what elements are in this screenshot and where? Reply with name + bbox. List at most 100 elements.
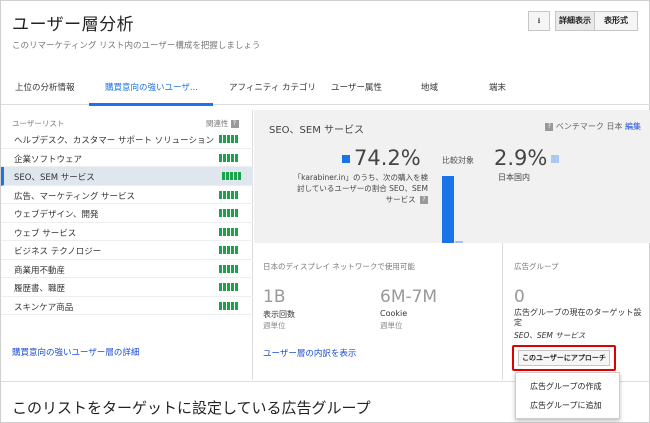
user-list-item-label: ヘルプデスク、カスタマー サポート ソリューション bbox=[14, 136, 214, 146]
help-icon[interactable]: ? bbox=[230, 120, 239, 128]
benchmark-color-square bbox=[551, 155, 560, 163]
tab-geography[interactable]: 地域 bbox=[421, 81, 438, 93]
relevance-bar bbox=[227, 153, 230, 162]
relevance-bar bbox=[231, 209, 234, 217]
add-to-ad-group-item[interactable]: 広告グループに追加 bbox=[530, 400, 602, 411]
relevance-bar bbox=[222, 172, 225, 180]
comparison-chart bbox=[434, 170, 474, 243]
relevance-bar bbox=[227, 246, 230, 254]
relevance-bar bbox=[231, 264, 234, 273]
user-list-item-label: 広告、マーケティング サービス bbox=[14, 191, 136, 202]
user-list-item[interactable]: ウェブ サービス bbox=[1, 223, 253, 241]
relevance-bar bbox=[235, 135, 238, 143]
relevance-bar bbox=[227, 227, 230, 236]
relevance-bar bbox=[231, 227, 234, 236]
segment-percent-desc-text: 「karabiner.in」のうち、次の購入を検討しているユーザーの割合 SEO… bbox=[293, 173, 428, 204]
relevance-bar bbox=[223, 301, 226, 310]
download-button[interactable]: ⭳ bbox=[528, 11, 550, 31]
download-icon: ⭳ bbox=[537, 16, 541, 25]
relevance-bar bbox=[231, 135, 234, 143]
impressions-period: 週単位 bbox=[263, 321, 286, 330]
relevance-bars bbox=[219, 264, 238, 273]
relevance-bar bbox=[227, 264, 230, 273]
help-icon[interactable]: ? bbox=[420, 196, 428, 204]
user-list-item[interactable]: 商業用不動産 bbox=[1, 260, 253, 278]
relevance-bar bbox=[227, 283, 230, 291]
relevance-bar bbox=[226, 172, 229, 180]
relevance-bar bbox=[219, 301, 222, 310]
user-list-item-label: SEO、SEM サービス bbox=[14, 173, 95, 183]
relevance-bar bbox=[231, 283, 234, 291]
benchmark-desc: 日本国内 bbox=[498, 173, 530, 182]
segment-panel: SEO、SEM サービス ? ベンチマーク 日本 編集 74.2% 「karab… bbox=[254, 110, 650, 243]
detail-view-button[interactable]: 詳細表示 bbox=[555, 11, 595, 31]
table-view-button[interactable]: 表形式 bbox=[595, 11, 638, 31]
benchmark-edit-link[interactable]: 編集 bbox=[625, 122, 641, 131]
relevance-bars bbox=[219, 246, 238, 254]
help-icon[interactable]: ? bbox=[545, 122, 554, 131]
create-ad-group-item[interactable]: 広告グループの作成 bbox=[530, 381, 602, 392]
segment-percent: 74.2% bbox=[342, 146, 421, 170]
benchmark-percent: 2.9% bbox=[494, 146, 560, 170]
user-list-item[interactable]: 履歴書、職歴 bbox=[1, 278, 253, 297]
segment-percent-value: 74.2% bbox=[354, 146, 421, 170]
approach-button[interactable]: このユーザーにアプローチ bbox=[518, 350, 610, 366]
cookie-label: Cookie bbox=[380, 309, 408, 318]
ad-group-segment: SEO、SEM サービス bbox=[514, 331, 586, 340]
relevance-bar bbox=[219, 264, 222, 273]
user-list-item[interactable]: 企業ソフトウェア bbox=[1, 149, 253, 167]
user-list-item[interactable]: スキンケア商品 bbox=[1, 297, 253, 315]
user-list-item-label: 履歴書、職歴 bbox=[14, 284, 66, 294]
relevance-bar bbox=[235, 301, 238, 310]
relevance-bar bbox=[227, 301, 230, 310]
relevance-bar bbox=[223, 153, 226, 162]
user-list-item-label: ビジネス テクノロジー bbox=[14, 247, 102, 257]
relevance-bar bbox=[235, 153, 238, 162]
relevance-bar bbox=[223, 209, 226, 217]
tab-demographics[interactable]: ユーザー属性 bbox=[331, 81, 382, 93]
user-list-item[interactable]: SEO、SEM サービス bbox=[1, 167, 253, 186]
user-list-item[interactable]: ビジネス テクノロジー bbox=[1, 241, 253, 260]
impressions-value: 1B bbox=[263, 287, 286, 307]
relevance-bars bbox=[219, 283, 238, 291]
tab-device[interactable]: 端末 bbox=[489, 81, 506, 93]
ad-group-desc: 広告グループの現在のターゲット設定 bbox=[514, 308, 642, 327]
relevance-header: 関連性? bbox=[206, 118, 239, 129]
user-list-item-label: 商業用不動産 bbox=[14, 265, 66, 276]
tab-bar: 上位の分析情報 購買意向の強いユーザ... アフィニティ カテゴリ ユーザー属性… bbox=[1, 71, 650, 106]
cookie-period: 週単位 bbox=[380, 321, 403, 330]
compare-label: 比較対象 bbox=[442, 156, 474, 165]
page-title: ユーザー層分析 bbox=[12, 15, 135, 35]
relevance-bar bbox=[219, 135, 222, 143]
segment-color-square bbox=[342, 155, 350, 163]
user-list-item-label: スキンケア商品 bbox=[14, 302, 74, 313]
page-frame: ユーザー層分析 このリマーケティング リスト内のユーザー構成を把握しましょう ⭳… bbox=[0, 0, 650, 423]
impressions-label: 表示回数 bbox=[263, 310, 295, 319]
relevance-bar bbox=[223, 246, 226, 254]
relevance-bar bbox=[223, 227, 226, 236]
relevance-bar bbox=[231, 246, 234, 254]
top-buttons: ⭳ 詳細表示 表形式 bbox=[528, 11, 638, 31]
segment-percent-desc: 「karabiner.in」のうち、次の購入を検討しているユーザーの割合 SEO… bbox=[292, 172, 428, 205]
network-title: 日本のディスプレイ ネットワークで使用可能 bbox=[263, 262, 415, 271]
benchmark: ? ベンチマーク 日本 編集 bbox=[543, 121, 641, 132]
user-list-item[interactable]: ヘルプデスク、カスタマー サポート ソリューション bbox=[1, 130, 253, 149]
relevance-bar bbox=[219, 227, 222, 236]
relevance-bar bbox=[235, 190, 238, 199]
tab-in-market[interactable]: 購買意向の強いユーザ... bbox=[105, 81, 198, 93]
user-list-item[interactable]: 広告、マーケティング サービス bbox=[1, 186, 253, 204]
relevance-bar bbox=[223, 135, 226, 143]
in-market-details-link[interactable]: 購買意向の強いユーザー層の詳細 bbox=[12, 346, 139, 358]
tab-top-insights[interactable]: 上位の分析情報 bbox=[15, 81, 75, 93]
relevance-bar bbox=[231, 301, 234, 310]
relevance-bars bbox=[219, 153, 238, 162]
relevance-bar bbox=[238, 172, 241, 180]
user-list-item-label: ウェブ サービス bbox=[14, 228, 77, 239]
breakdown-link[interactable]: ユーザー層の内訳を表示 bbox=[263, 347, 356, 359]
tab-affinity[interactable]: アフィニティ カテゴリ bbox=[229, 81, 316, 93]
benchmark-percent-value: 2.9% bbox=[494, 146, 548, 170]
relevance-bar bbox=[219, 153, 222, 162]
user-list-item[interactable]: ウェブデザイン、開発 bbox=[1, 204, 253, 223]
relevance-bar bbox=[230, 172, 233, 180]
relevance-bars bbox=[219, 209, 238, 217]
